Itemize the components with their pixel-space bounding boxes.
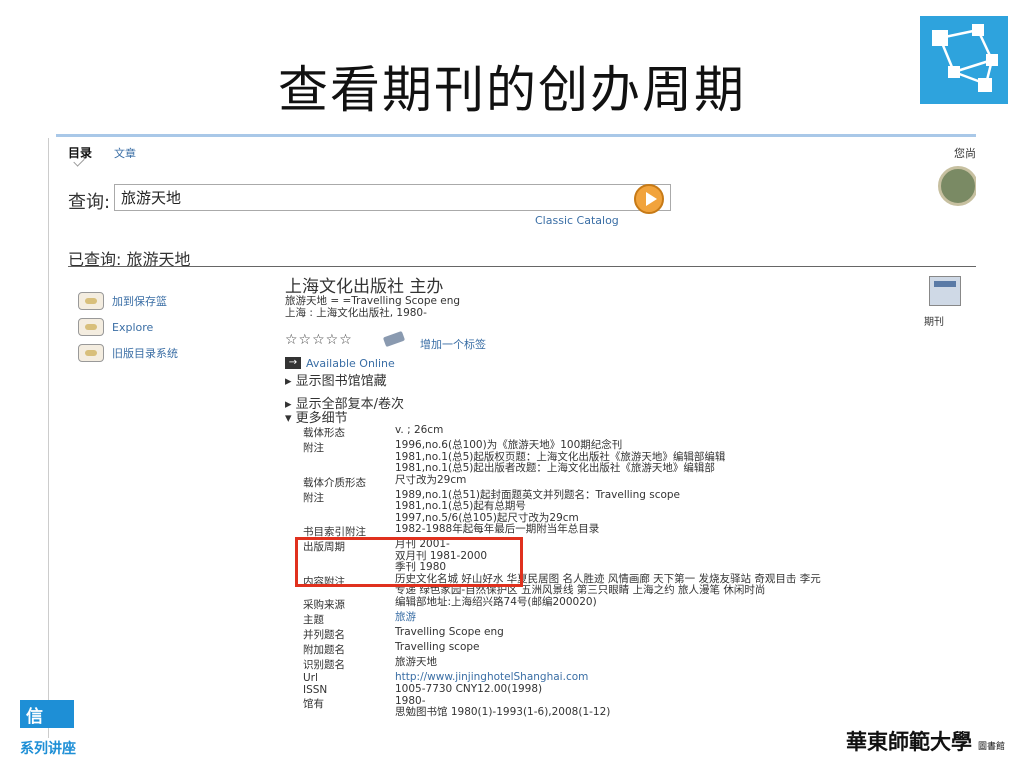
library-seal-icon — [938, 166, 976, 206]
detail-row: Url http://www.jinjinghotelShanghai.com — [303, 671, 943, 684]
detail-label: 采购来源 — [303, 598, 345, 611]
search-input[interactable] — [114, 184, 671, 211]
detail-label: ISSN — [303, 683, 328, 696]
sidebar-item-explore[interactable]: Explore — [78, 318, 153, 336]
detail-value: 1981,no.1(总5)起出版者改题：上海文化出版社《旅游天地》编辑部 — [395, 462, 715, 474]
detail-row: 载体形态 v. ; 26cm — [303, 424, 943, 440]
footer-badge: 信 — [20, 700, 74, 728]
detail-row: 附注 1996,no.6(总100)为《旅游天地》100期纪念刊 1981,no… — [303, 439, 943, 475]
detail-value[interactable]: 旅游 — [395, 611, 416, 624]
searched-divider — [68, 266, 976, 267]
add-tag-link[interactable]: 增加一个标签 — [420, 336, 486, 352]
left-divider — [48, 138, 49, 738]
record-imprint: 上海 : 上海文化出版社, 1980- — [285, 307, 427, 319]
highlight-box — [295, 537, 523, 587]
detail-label: 主题 — [303, 613, 324, 626]
detail-label: 附注 — [303, 442, 324, 454]
tab-articles[interactable]: 文章 — [114, 145, 136, 161]
detail-row: 载体介质形态 尺寸改为29cm — [303, 473, 943, 490]
detail-label: 载体形态 — [303, 427, 345, 439]
more-details-toggle[interactable]: ▾ 更多细节 — [285, 407, 348, 426]
detail-row: 馆有 1980- 思勉图书馆 1980(1)-1993(1-6),2008(1-… — [303, 695, 943, 719]
detail-label: Url — [303, 671, 318, 684]
detail-value: 1981,no.1(总5)起有总期号 — [395, 500, 526, 512]
network-logo-icon — [920, 16, 1008, 104]
detail-row: 附加题名 Travelling scope — [303, 640, 943, 657]
rating-stars[interactable]: ☆☆☆☆☆ — [285, 332, 353, 348]
detail-label: 附注 — [303, 491, 324, 504]
detail-value: 编辑部地址:上海绍兴路74号(邮编200020) — [395, 595, 597, 608]
detail-row: ISSN 1005-7730 CNY12.00(1998) — [303, 682, 943, 696]
tag-icon — [382, 330, 406, 348]
format-label: 期刊 — [924, 317, 944, 328]
detail-value: 1996,no.6(总100)为《旅游天地》100期纪念刊 — [395, 439, 623, 451]
sidebar-item-label: Explore — [112, 320, 154, 334]
detail-value: 思勉图书馆 1980(1)-1993(1-6),2008(1-12) — [395, 706, 611, 718]
user-status: 您尚 — [954, 147, 976, 160]
basket-icon — [78, 292, 104, 310]
show-holdings-toggle[interactable]: ▸ 显示图书馆馆藏 — [285, 370, 387, 389]
sidebar-item-label: 加到保存篮 — [112, 295, 167, 308]
detail-label: 馆有 — [303, 697, 324, 710]
sidebar-item-label: 旧版目录系统 — [112, 347, 178, 360]
university-library-label: 圖書館 — [978, 742, 1006, 752]
slide-title: 查看期刊的创办周期 — [278, 61, 746, 119]
detail-row: 并列题名 Travelling Scope eng — [303, 625, 943, 642]
detail-row: 主题 旅游 — [303, 611, 943, 627]
old-catalog-icon — [78, 344, 104, 362]
university-logo-text: 華東師範大學 — [846, 729, 972, 754]
detail-label: 载体介质形态 — [303, 476, 366, 489]
title-rule — [56, 134, 976, 137]
search-go-button[interactable] — [634, 184, 664, 214]
available-online-link[interactable]: Available Online — [306, 357, 395, 370]
sidebar-item-save[interactable]: 加到保存篮 — [78, 292, 167, 310]
explore-icon — [78, 318, 104, 336]
arrow-right-icon: → — [285, 357, 301, 369]
sidebar-item-old-catalog[interactable]: 旧版目录系统 — [78, 344, 178, 362]
detail-row: 识别题名 旅游天地 — [303, 655, 943, 672]
detail-value: Travelling Scope eng — [395, 625, 504, 638]
detail-value: 尺寸改为29cm — [395, 473, 467, 486]
detail-value: v. ; 26cm — [395, 424, 444, 436]
detail-value: 1982-1988年起每年最后一期附当年总目录 — [395, 523, 600, 535]
detail-value: 1005-7730 CNY12.00(1998) — [395, 682, 543, 695]
catalog-screenshot: 目录 文章 您尚 查询: Classic Catalog 已查询: 旅游天地 加… — [56, 138, 976, 738]
detail-label: 附加题名 — [303, 643, 345, 656]
search-label: 查询: — [68, 192, 111, 213]
detail-row: 采购来源 编辑部地址:上海绍兴路74号(邮编200020) — [303, 595, 943, 612]
classic-catalog-link[interactable]: Classic Catalog — [535, 214, 619, 227]
series-label: 系列讲座 — [20, 741, 76, 757]
detail-label: 识别题名 — [303, 658, 345, 671]
detail-value: 旅游天地 — [395, 655, 437, 668]
detail-label: 并列题名 — [303, 628, 345, 641]
detail-value: Travelling scope — [395, 640, 480, 653]
detail-row: 附注 1989,no.1(总51)起封面题英文并列题名：Travelling s… — [303, 489, 943, 525]
detail-value[interactable]: http://www.jinjinghotelShanghai.com — [395, 671, 588, 684]
journal-format-icon — [929, 276, 961, 306]
